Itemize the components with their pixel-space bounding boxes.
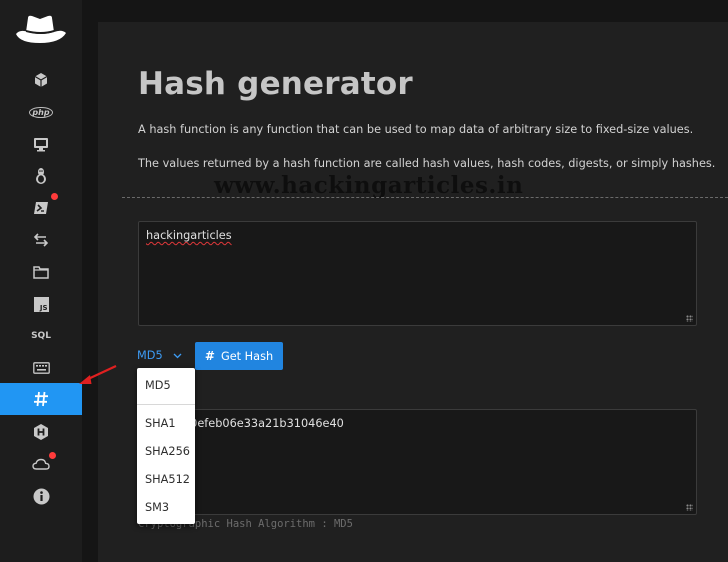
algorithm-selected-value: MD5 xyxy=(137,349,163,362)
sidebar-item-info[interactable] xyxy=(0,480,82,512)
hash-icon xyxy=(34,391,48,407)
monitor-icon xyxy=(34,138,48,152)
sidebar-item-powershell[interactable] xyxy=(0,192,82,224)
swap-arrows-icon xyxy=(33,233,49,247)
watermark-text: www.hackingarticles.in xyxy=(214,172,524,199)
sidebar-item-cube[interactable] xyxy=(0,64,82,96)
hash-icon: # xyxy=(204,349,215,363)
divider xyxy=(122,197,728,198)
sidebar-item-cloud[interactable] xyxy=(0,448,82,480)
sql-icon: SQL xyxy=(31,331,51,341)
get-hash-button[interactable]: # Get Hash xyxy=(195,342,283,370)
dropdown-divider xyxy=(137,404,195,405)
dropdown-option-sm3[interactable]: SM3 xyxy=(145,501,169,514)
input-textarea[interactable]: hackingarticles xyxy=(138,221,697,326)
algorithm-select[interactable]: MD5 xyxy=(137,349,182,362)
dropdown-option-sha256[interactable]: SHA256 xyxy=(145,445,190,458)
keyboard-icon xyxy=(32,362,50,374)
php-icon: php xyxy=(29,106,53,118)
annotation-arrow-icon xyxy=(79,365,117,384)
description-text: The values returned by a hash function a… xyxy=(138,157,716,170)
sidebar-item-js[interactable]: JS xyxy=(0,288,82,320)
resize-handle-icon[interactable] xyxy=(686,315,693,322)
input-value: hackingarticles xyxy=(146,229,232,242)
sidebar-item-php[interactable]: php xyxy=(0,96,82,128)
output-textarea[interactable]: 6f0efeb06e33a21b31046e40 xyxy=(138,409,697,515)
sidebar: php JS SQL xyxy=(0,0,82,562)
hat-logo-icon xyxy=(14,12,68,52)
chevron-down-icon xyxy=(173,353,182,358)
sidebar-item-monitor[interactable] xyxy=(0,128,82,160)
algorithm-dropdown-menu: MD5 SHA1 SHA256 SHA512 SM3 xyxy=(137,368,195,524)
sidebar-item-hackthebox[interactable] xyxy=(0,416,82,448)
cube-icon xyxy=(34,73,48,87)
page-title: Hash generator xyxy=(138,66,413,102)
sidebar-item-keyboard[interactable] xyxy=(0,352,82,384)
hackthebox-icon xyxy=(34,424,48,440)
sidebar-item-linux[interactable] xyxy=(0,160,82,192)
linux-icon xyxy=(36,168,46,184)
dropdown-option-sha1[interactable]: SHA1 xyxy=(145,417,176,430)
js-icon: JS xyxy=(33,296,49,312)
folder-icon xyxy=(33,266,49,279)
get-hash-label: Get Hash xyxy=(220,349,274,363)
dropdown-option-md5[interactable]: MD5 xyxy=(145,379,171,392)
info-icon xyxy=(33,488,49,504)
output-value: 6f0efeb06e33a21b31046e40 xyxy=(179,417,344,430)
sidebar-item-swap[interactable] xyxy=(0,224,82,256)
resize-handle-icon[interactable] xyxy=(686,504,693,511)
sidebar-item-folder[interactable] xyxy=(0,256,82,288)
powershell-icon xyxy=(34,202,48,214)
notification-badge xyxy=(49,452,56,459)
cloud-icon xyxy=(32,458,50,470)
dropdown-option-sha512[interactable]: SHA512 xyxy=(145,473,190,486)
sidebar-item-sql[interactable]: SQL xyxy=(0,320,82,352)
description-text: A hash function is any function that can… xyxy=(138,123,694,136)
notification-badge xyxy=(51,193,58,200)
sidebar-item-hash[interactable] xyxy=(0,383,82,415)
